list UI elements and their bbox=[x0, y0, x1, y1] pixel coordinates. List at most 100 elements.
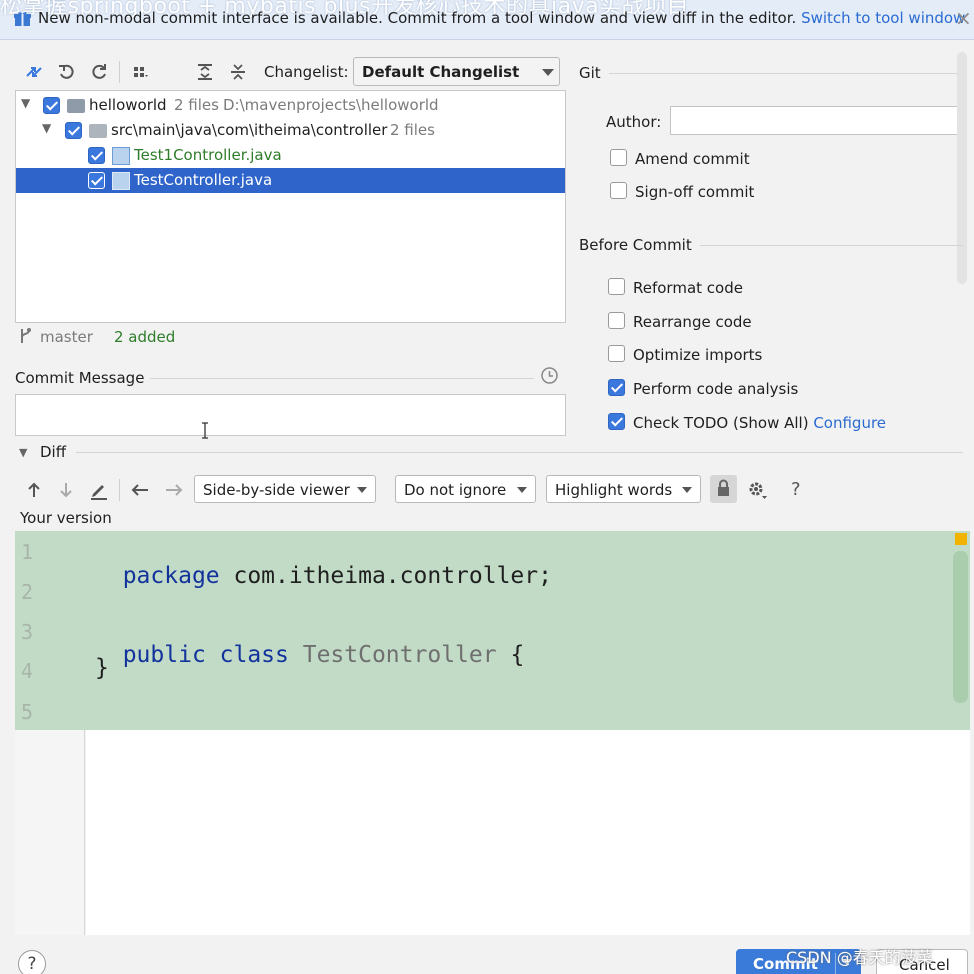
file-checkbox[interactable] bbox=[88, 172, 105, 189]
editor-scrollbar[interactable] bbox=[953, 551, 968, 703]
changes-tree[interactable]: ▼ helloworld 2 files D:\mavenprojects\he… bbox=[15, 90, 566, 323]
amend-commit-checkbox[interactable] bbox=[610, 149, 627, 166]
reformat-code-checkbox[interactable] bbox=[608, 278, 625, 295]
group-by-icon[interactable] bbox=[130, 61, 152, 83]
code-text: { bbox=[496, 642, 525, 668]
arrow-down-icon[interactable] bbox=[55, 479, 77, 501]
chevron-down-icon[interactable]: ▼ bbox=[21, 96, 30, 110]
code-class-name: TestController bbox=[288, 642, 497, 668]
line-number: 3 bbox=[21, 620, 34, 644]
before-commit-title: Before Commit bbox=[579, 236, 692, 254]
chevron-down-icon[interactable]: ▼ bbox=[42, 121, 51, 135]
show-diff-icon[interactable] bbox=[23, 61, 45, 83]
java-class-icon bbox=[112, 172, 130, 190]
chevron-down-icon bbox=[542, 69, 554, 76]
chevron-down-icon bbox=[517, 487, 527, 493]
changelist-label: Changelist: bbox=[264, 63, 349, 81]
optimize-imports-label[interactable]: Optimize imports bbox=[633, 346, 762, 364]
folder-checkbox[interactable] bbox=[65, 122, 82, 139]
line-number: 5 bbox=[21, 700, 34, 724]
commit-message-label: Commit Message bbox=[15, 369, 145, 387]
diff-section-title: Diff bbox=[40, 443, 67, 461]
root-name: helloworld bbox=[89, 96, 167, 114]
viewer-value: Side-by-side viewer bbox=[203, 481, 350, 499]
git-section-title: Git bbox=[579, 64, 601, 82]
root-checkbox[interactable] bbox=[43, 97, 60, 114]
help-icon[interactable]: ? bbox=[791, 479, 801, 500]
code-keyword: public class bbox=[122, 642, 289, 668]
folder-name: src\main\java\com\itheima\controller bbox=[111, 121, 388, 139]
file-name: TestController.java bbox=[134, 171, 273, 189]
banner-close-button[interactable]: × bbox=[955, 6, 972, 30]
toolbar-separator bbox=[119, 479, 120, 501]
arrow-left-icon[interactable] bbox=[129, 479, 151, 501]
signoff-commit-label[interactable]: Sign-off commit bbox=[635, 183, 754, 201]
tree-row-root[interactable]: ▼ helloworld 2 files D:\mavenprojects\he… bbox=[16, 93, 565, 118]
line-number: 2 bbox=[21, 580, 34, 604]
ignore-combo[interactable]: Do not ignore bbox=[395, 475, 536, 503]
edit-icon[interactable] bbox=[88, 479, 110, 501]
author-label: Author: bbox=[606, 113, 662, 131]
your-version-label: Your version bbox=[20, 509, 112, 527]
chevron-down-icon bbox=[682, 487, 692, 493]
help-icon: ? bbox=[27, 954, 37, 974]
chevron-down-icon[interactable]: ▼ bbox=[19, 446, 27, 459]
divider bbox=[150, 378, 534, 379]
editor-empty-area[interactable] bbox=[86, 730, 970, 935]
toolbar-separator bbox=[119, 61, 120, 83]
highlight-combo[interactable]: Highlight words bbox=[546, 475, 701, 503]
commit-message-input[interactable] bbox=[15, 394, 566, 436]
line-number: 4 bbox=[21, 659, 34, 683]
divider bbox=[609, 73, 959, 74]
folder-count: 2 files bbox=[390, 121, 435, 139]
java-class-icon bbox=[112, 147, 130, 165]
added-count: 2 added bbox=[114, 328, 176, 346]
switch-to-tool-window-link[interactable]: Switch to tool window bbox=[801, 9, 965, 27]
code-line-3: public class TestController { bbox=[95, 616, 525, 668]
dialog-help-button[interactable]: ? bbox=[18, 950, 46, 974]
amend-commit-label[interactable]: Amend commit bbox=[635, 150, 750, 168]
expand-all-icon[interactable] bbox=[194, 61, 216, 83]
gear-icon[interactable] bbox=[746, 479, 768, 501]
file-checkbox[interactable] bbox=[88, 147, 105, 164]
configure-link[interactable]: Configure bbox=[813, 414, 886, 432]
text-cursor-icon bbox=[201, 422, 209, 439]
code-analysis-label[interactable]: Perform code analysis bbox=[633, 380, 798, 398]
refresh-icon[interactable] bbox=[88, 61, 110, 83]
rollback-icon[interactable] bbox=[56, 61, 78, 83]
change-marker bbox=[955, 533, 967, 545]
folder-icon bbox=[89, 124, 107, 138]
optimize-imports-checkbox[interactable] bbox=[608, 345, 625, 362]
editor-gutter bbox=[15, 730, 85, 935]
code-keyword: package bbox=[122, 563, 220, 589]
watermark: CSDN @春天的菠菜 bbox=[786, 948, 933, 967]
history-icon[interactable] bbox=[540, 366, 559, 389]
highlight-value: Highlight words bbox=[555, 481, 673, 499]
divider bbox=[76, 452, 963, 453]
scrollbar[interactable] bbox=[957, 52, 967, 284]
code-text: com.itheima.controller; bbox=[219, 563, 552, 589]
lock-icon[interactable] bbox=[710, 475, 737, 503]
code-analysis-checkbox[interactable] bbox=[608, 379, 625, 396]
code-line-4: } bbox=[95, 655, 109, 681]
file-name: Test1Controller.java bbox=[134, 146, 282, 164]
check-todo-checkbox[interactable] bbox=[608, 413, 625, 430]
divider bbox=[700, 245, 963, 246]
rearrange-code-label[interactable]: Rearrange code bbox=[633, 313, 752, 331]
check-todo-text[interactable]: Check TODO (Show All) bbox=[633, 414, 809, 432]
tree-row-file-selected[interactable]: TestController.java bbox=[16, 168, 565, 193]
rearrange-code-checkbox[interactable] bbox=[608, 312, 625, 329]
tree-row-folder[interactable]: ▼ src\main\java\com\itheima\controller 2… bbox=[16, 118, 565, 143]
arrow-up-icon[interactable] bbox=[23, 479, 45, 501]
viewer-combo[interactable]: Side-by-side viewer bbox=[194, 475, 376, 503]
collapse-all-icon[interactable] bbox=[227, 61, 249, 83]
gift-icon bbox=[14, 11, 31, 27]
changelist-combo[interactable]: Default Changelist bbox=[353, 57, 560, 86]
tree-row-file[interactable]: Test1Controller.java bbox=[16, 143, 565, 168]
arrow-right-icon[interactable] bbox=[163, 479, 185, 501]
author-input[interactable] bbox=[670, 106, 963, 135]
reformat-code-label[interactable]: Reformat code bbox=[633, 279, 743, 297]
signoff-commit-checkbox[interactable] bbox=[610, 182, 627, 199]
branch-name: master bbox=[40, 328, 93, 346]
banner-message: New non-modal commit interface is availa… bbox=[38, 9, 966, 27]
